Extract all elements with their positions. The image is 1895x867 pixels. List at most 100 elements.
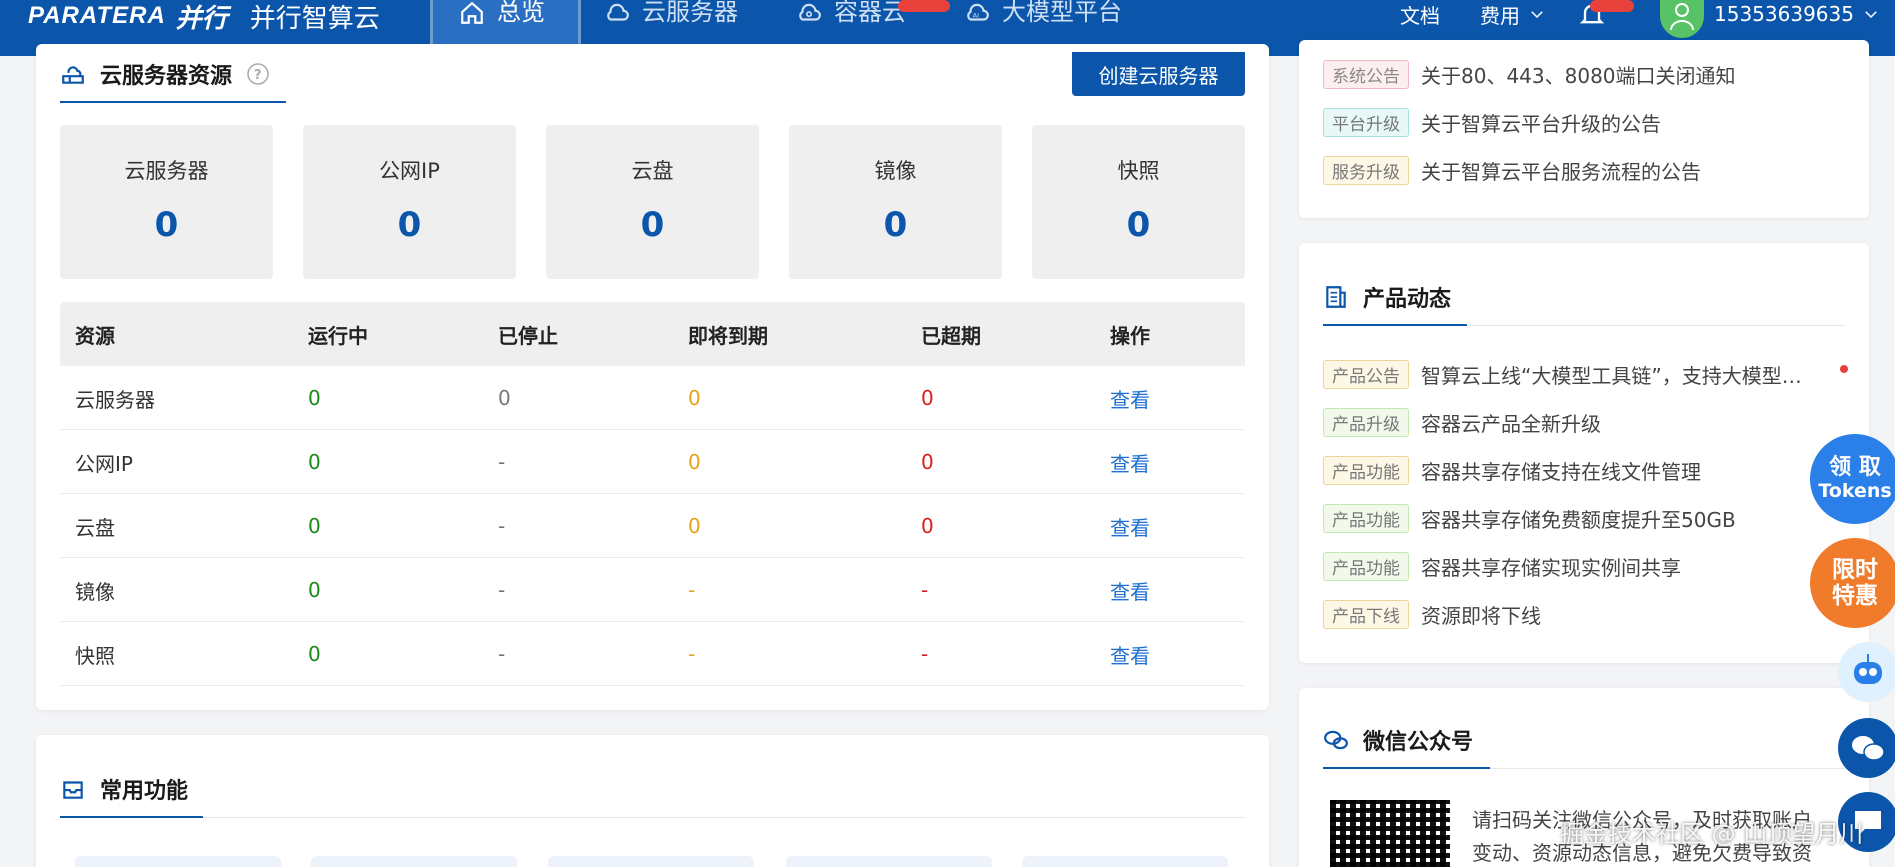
- news-text: 容器云产品全新升级: [1421, 412, 1601, 436]
- container-cloud-icon: [799, 3, 821, 21]
- cell-expired: 0: [921, 514, 934, 538]
- col-header-resource: 资源: [75, 323, 115, 348]
- table-row: 云服务器 0 0 0 0 查看: [60, 366, 1245, 430]
- logo-brand: PARATERA: [28, 2, 166, 29]
- section-title-text: 微信公众号: [1363, 730, 1474, 755]
- stat-card-snapshot[interactable]: 快照 0: [1032, 125, 1245, 279]
- svg-text:AI: AI: [973, 11, 979, 19]
- cell-resource: 快照: [75, 643, 115, 668]
- function-tile[interactable]: [75, 856, 281, 867]
- announcement-text: 关于智算云平台升级的公告: [1421, 112, 1661, 136]
- logo-name: 并行智算云: [249, 3, 380, 34]
- wechat-icon: [1852, 736, 1885, 761]
- stat-card-public-ip[interactable]: 公网IP 0: [303, 125, 516, 279]
- cell-expired: 0: [921, 450, 934, 474]
- table-row: 快照 0 - - - 查看: [60, 622, 1245, 686]
- news-text: 智算云上线“大模型工具链”，支持大模型…: [1421, 364, 1802, 388]
- table-header: 资源 运行中 已停止 即将到期 已超期 操作: [60, 302, 1245, 366]
- cell-running: 0: [308, 386, 321, 410]
- notification-badge: [1590, 0, 1634, 12]
- cell-expiring: 0: [688, 450, 701, 474]
- table-row: 镜像 0 - - - 查看: [60, 558, 1245, 622]
- function-tile[interactable]: [1022, 856, 1228, 867]
- news-item[interactable]: 产品功能 容器共享存储免费额度提升至50GB: [1323, 504, 1736, 533]
- cell-resource: 公网IP: [75, 451, 133, 476]
- user-menu[interactable]: 15353639635: [1714, 0, 1880, 28]
- function-tile[interactable]: [311, 856, 517, 867]
- stat-card-cloud-server[interactable]: 云服务器 0: [60, 125, 273, 279]
- news-tag: 产品功能: [1323, 456, 1409, 485]
- view-link[interactable]: 查看: [1110, 366, 1150, 430]
- section-title: 常用功能: [60, 773, 188, 805]
- news-tag: 产品功能: [1323, 552, 1409, 581]
- view-link[interactable]: 查看: [1110, 622, 1150, 686]
- watermark: 掘金技术社区 @ 山顶望月川: [1560, 820, 1864, 848]
- section-title-text: 云服务器资源: [100, 64, 233, 89]
- news-item[interactable]: 产品功能 容器共享存储支持在线文件管理: [1323, 456, 1701, 485]
- divider: [1490, 768, 1845, 769]
- section-title-underline: [60, 101, 286, 103]
- news-text: 容器共享存储免费额度提升至50GB: [1421, 508, 1736, 532]
- docs-link[interactable]: 文档: [1400, 0, 1440, 28]
- promo-line2: 特惠: [1832, 583, 1878, 609]
- stat-card-image[interactable]: 镜像 0: [789, 125, 1002, 279]
- news-text: 容器共享存储支持在线文件管理: [1421, 460, 1701, 484]
- wechat-qr-code: [1330, 800, 1450, 867]
- cell-running: 0: [308, 642, 321, 666]
- get-tokens-button[interactable]: 领 取 Tokens: [1810, 434, 1895, 524]
- cell-expired: 0: [921, 386, 934, 410]
- cloud-icon: [607, 3, 629, 21]
- logo-cn: 并行: [175, 3, 228, 34]
- section-title-underline: [1323, 324, 1467, 326]
- function-tile[interactable]: [548, 856, 754, 867]
- cloud-server-icon: [62, 66, 84, 84]
- cell-expiring: -: [688, 578, 696, 602]
- section-title-text: 产品动态: [1363, 287, 1452, 312]
- cell-stopped: 0: [498, 386, 511, 410]
- cell-resource: 镜像: [75, 579, 115, 604]
- logo[interactable]: PARATERA 并行 并行智算云: [28, 2, 380, 34]
- cell-expiring: 0: [688, 514, 701, 538]
- announcement-tag: 服务升级: [1323, 156, 1409, 185]
- stat-card-cloud-disk[interactable]: 云盘 0: [546, 125, 759, 279]
- news-text: 容器共享存储实现实例间共享: [1421, 556, 1681, 580]
- view-link[interactable]: 查看: [1110, 558, 1150, 622]
- cell-resource: 云服务器: [75, 387, 155, 412]
- limited-offer-button[interactable]: 限时 特惠: [1810, 538, 1895, 628]
- col-header-running: 运行中: [308, 323, 368, 348]
- announcement-text: 关于智算云平台服务流程的公告: [1421, 160, 1701, 184]
- news-item[interactable]: 产品公告 智算云上线“大模型工具链”，支持大模型…: [1323, 360, 1823, 389]
- divider: [203, 817, 1245, 818]
- common-functions-card: [36, 735, 1269, 867]
- news-item[interactable]: 产品升级 容器云产品全新升级: [1323, 408, 1601, 437]
- stat-label: 快照: [1117, 159, 1160, 183]
- announcement-item[interactable]: 服务升级 关于智算云平台服务流程的公告: [1323, 156, 1701, 185]
- announcement-item[interactable]: 系统公告 关于80、443、8080端口关闭通知: [1323, 60, 1736, 89]
- promo-line1: 限时: [1832, 556, 1878, 583]
- cell-expired: -: [921, 642, 929, 666]
- news-item[interactable]: 产品下线 资源即将下线: [1323, 600, 1541, 629]
- help-icon[interactable]: ?: [246, 62, 270, 86]
- news-item[interactable]: 产品功能 容器共享存储实现实例间共享: [1323, 552, 1681, 581]
- col-header-action: 操作: [1110, 323, 1150, 348]
- robot-assistant-button[interactable]: [1838, 642, 1895, 702]
- tokens-line1: 领 取: [1829, 455, 1881, 481]
- table-row: 云盘 0 - 0 0 查看: [60, 494, 1245, 558]
- view-link[interactable]: 查看: [1110, 494, 1150, 558]
- announcement-item[interactable]: 平台升级 关于智算云平台升级的公告: [1323, 108, 1661, 137]
- cell-running: 0: [308, 578, 321, 602]
- stat-value: 0: [640, 205, 665, 245]
- view-link[interactable]: 查看: [1110, 430, 1150, 494]
- announcement-tag: 系统公告: [1323, 60, 1409, 89]
- create-cloud-server-button[interactable]: 创建云服务器: [1072, 52, 1245, 96]
- news-icon: [1326, 286, 1346, 308]
- cell-resource: 云盘: [75, 515, 115, 540]
- avatar[interactable]: [1660, 0, 1704, 38]
- function-tile[interactable]: [786, 856, 992, 867]
- wechat-float-button[interactable]: [1838, 718, 1895, 778]
- news-tag: 产品公告: [1323, 360, 1409, 389]
- billing-menu[interactable]: 费用: [1480, 0, 1546, 28]
- stat-value: 0: [397, 205, 422, 245]
- stat-label: 镜像: [874, 159, 917, 183]
- billing-label: 费用: [1480, 3, 1520, 28]
